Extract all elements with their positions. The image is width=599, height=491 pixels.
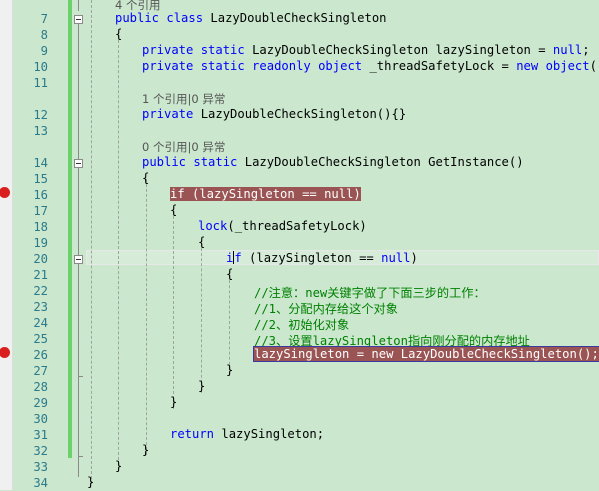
code-text: (_threadSafetyLock)	[227, 219, 367, 233]
code-line-19: {	[198, 235, 206, 249]
line-number: 34	[33, 476, 48, 490]
line-number: 15	[33, 172, 48, 186]
fold-guide	[78, 264, 79, 376]
indent-guide	[201, 243, 202, 393]
code-text: lazySingleton;	[214, 427, 325, 441]
line-number: 18	[33, 220, 48, 234]
code-line-31: return lazySingleton;	[170, 427, 324, 441]
breakpoint-line-26: lazySingleton = new LazyDoubleCheckSingl…	[253, 346, 599, 362]
line-number: 29	[33, 396, 48, 410]
line-number: 23	[33, 300, 48, 314]
indent-guide	[91, 0, 92, 484]
fold-end	[78, 376, 83, 377]
indent-guide	[173, 211, 174, 409]
line-number: 30	[33, 412, 48, 426]
line-number: 28	[33, 380, 48, 394]
code-line-28: }	[198, 379, 206, 393]
keyword: f	[234, 251, 242, 265]
line-number: 10	[33, 60, 48, 74]
code-text: )	[410, 251, 418, 265]
codelens-references[interactable]: 1 个引用|0 异常	[142, 91, 225, 107]
keyword: i	[226, 251, 234, 265]
code-line-18: lock(_threadSafetyLock)	[198, 219, 367, 233]
line-number: 16	[33, 188, 48, 202]
keyword: private static	[142, 43, 245, 57]
code-line-33: }	[115, 459, 123, 473]
code-text: ();	[589, 59, 599, 73]
code-line-32: }	[142, 443, 150, 457]
code-line-20: if (lazySingleton == null)	[226, 251, 418, 265]
line-number: 22	[33, 284, 48, 298]
line-number: 33	[33, 460, 48, 474]
code-line-17: {	[170, 203, 178, 217]
code-text: LazyDoubleCheckSingleton(){}	[193, 107, 407, 121]
line-number: 13	[33, 124, 48, 138]
keyword: public class	[115, 11, 204, 25]
keyword: null	[552, 43, 583, 57]
collapse-if-icon[interactable]	[74, 255, 83, 264]
code-text: (lazySingleton ==	[241, 251, 382, 265]
line-number: 7	[40, 12, 48, 26]
change-tracking-bar	[68, 0, 72, 458]
line-number: 32	[33, 444, 48, 458]
code-line-7: public class LazyDoubleCheckSingleton	[115, 11, 387, 25]
indent-guide	[118, 35, 119, 465]
line-number: 27	[33, 364, 48, 378]
keyword: lock	[198, 219, 228, 233]
keyword: public static	[142, 155, 238, 169]
line-number: 12	[33, 108, 48, 122]
code-text: LazyDoubleCheckSingleton GetInstance()	[237, 155, 524, 169]
collapse-method-icon[interactable]	[74, 159, 83, 168]
line-number: 26	[33, 348, 48, 362]
line-number: 31	[33, 428, 48, 442]
collapse-class-icon[interactable]	[74, 15, 83, 24]
code-line-9: private static LazyDoubleCheckSingleton …	[142, 43, 590, 57]
fold-end	[78, 456, 83, 457]
fold-guide	[78, 0, 79, 11]
code-text: ;	[582, 43, 590, 57]
line-number: 9	[40, 44, 48, 58]
line-number: 21	[33, 268, 48, 282]
code-line-10: private static readonly object _threadSa…	[142, 59, 599, 73]
keyword: private	[142, 107, 194, 121]
code-line-8: {	[115, 27, 123, 41]
line-number: 20	[33, 252, 48, 266]
line-number: 11	[33, 76, 48, 90]
code-text: LazyDoubleCheckSingleton	[203, 11, 387, 25]
code-line-15: {	[142, 171, 150, 185]
code-line-29: }	[170, 395, 178, 409]
line-number: 24	[33, 316, 48, 330]
code-text: LazyDoubleCheckSingleton lazySingleton =	[244, 43, 553, 57]
line-number: 25	[33, 332, 48, 346]
keyword: new object	[516, 59, 590, 73]
keyword: private static readonly object	[142, 59, 363, 73]
code-line-27: }	[226, 363, 234, 377]
codelens-references[interactable]: 0 个引用|0 异常	[142, 139, 225, 155]
code-line-34: }	[87, 475, 95, 489]
code-line-21: {	[226, 267, 234, 281]
code-line-12: private LazyDoubleCheckSingleton(){}	[142, 107, 406, 121]
breakpoint-line-16: if (lazySingleton == null)	[170, 187, 361, 201]
line-number: 17	[33, 204, 48, 218]
code-line-14: public static LazyDoubleCheckSingleton G…	[142, 155, 524, 169]
keyword: return	[170, 427, 215, 441]
line-number: 14	[33, 156, 48, 170]
line-number: 19	[33, 236, 48, 250]
keyword: null	[381, 251, 411, 265]
indent-guide	[229, 275, 230, 375]
line-number: 8	[40, 28, 48, 42]
code-text: _threadSafetyLock =	[362, 59, 517, 73]
indent-guide	[146, 179, 147, 455]
